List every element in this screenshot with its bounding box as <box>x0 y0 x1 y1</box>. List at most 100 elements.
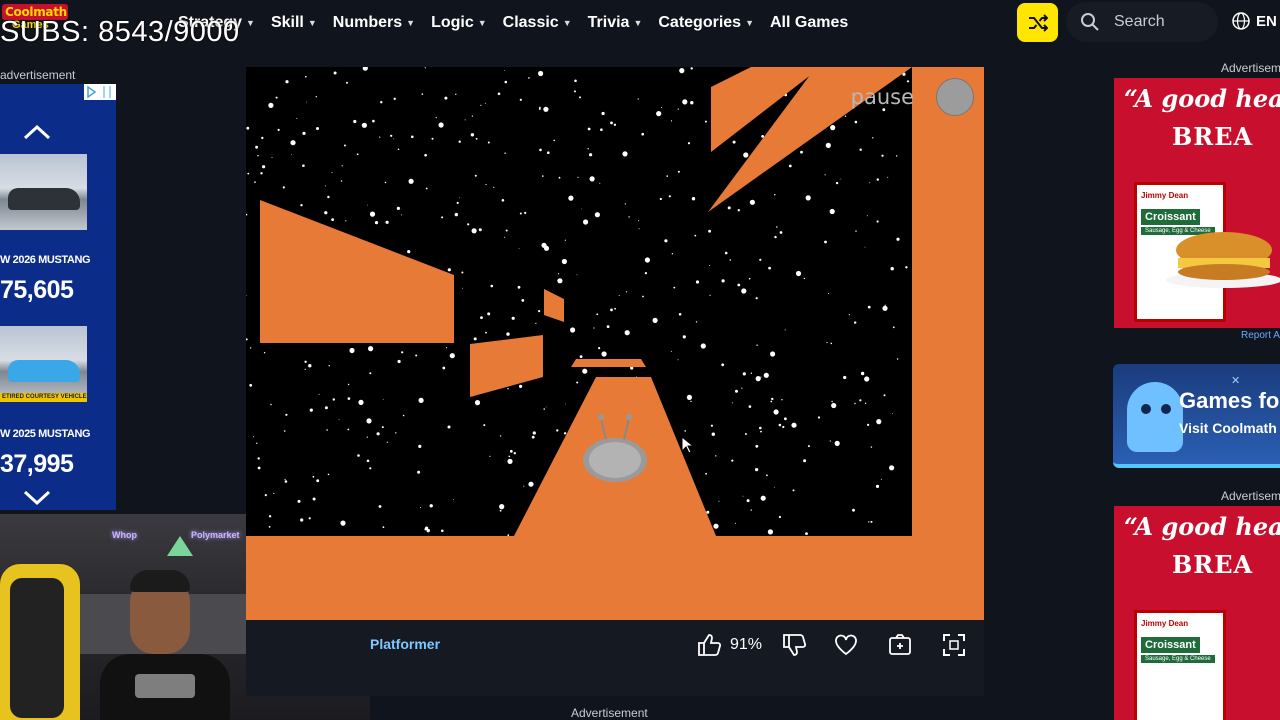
menu-item-logic[interactable]: Logic ▼ <box>431 12 487 34</box>
search-box[interactable]: Search <box>1066 2 1218 42</box>
star <box>755 468 759 472</box>
star <box>345 220 347 222</box>
star <box>349 347 355 354</box>
star <box>357 454 360 457</box>
menu-item-skill[interactable]: Skill ▼ <box>271 12 317 34</box>
star <box>784 417 787 421</box>
star <box>664 239 668 243</box>
star <box>257 457 260 460</box>
menu-item-all-games[interactable]: All Games <box>770 12 848 34</box>
star <box>524 211 527 214</box>
star <box>859 399 862 402</box>
screenshot-icon[interactable] <box>887 632 913 658</box>
star <box>543 245 550 251</box>
jimmy-dean-ad[interactable]: “A good hea BREA Jimmy Dean Croissant Sa… <box>1114 506 1280 720</box>
star <box>381 426 384 429</box>
star <box>577 176 579 178</box>
star <box>257 155 259 157</box>
star <box>684 430 686 432</box>
chevron-down-icon[interactable] <box>22 488 52 508</box>
menu-item-trivia[interactable]: Trivia ▼ <box>588 12 643 34</box>
random-game-button[interactable] <box>1017 3 1058 42</box>
star <box>284 480 288 483</box>
star <box>393 138 395 140</box>
star <box>905 266 908 269</box>
star <box>829 208 835 215</box>
star <box>670 350 672 352</box>
star <box>402 414 405 417</box>
thumbs-up-icon[interactable] <box>696 632 722 658</box>
star <box>671 253 674 255</box>
star <box>618 295 620 296</box>
subs-counter-overlay: SUBS: 8543/9000 <box>0 16 240 48</box>
star <box>471 228 477 234</box>
menu-item-categories[interactable]: Categories ▼ <box>658 12 754 34</box>
star <box>507 534 510 537</box>
mascot-eye <box>1161 404 1171 414</box>
star <box>791 422 797 428</box>
star <box>296 117 298 119</box>
coolmath-promo-ad[interactable]: ✕ Games fo Visit Coolmath <box>1113 364 1280 468</box>
pause-label[interactable]: pause <box>851 85 914 109</box>
ad-headline: BREA <box>1172 550 1254 579</box>
star <box>304 368 306 370</box>
close-icon[interactable]: ✕ <box>1231 374 1240 387</box>
star <box>519 98 522 101</box>
star <box>755 444 759 448</box>
star <box>397 359 401 364</box>
star <box>395 432 397 434</box>
star <box>385 220 389 224</box>
star <box>659 197 662 201</box>
game-canvas[interactable]: pause <box>246 67 984 620</box>
star <box>830 125 836 131</box>
heart-icon[interactable] <box>833 632 859 658</box>
star <box>504 152 506 154</box>
chevron-up-icon[interactable] <box>22 122 52 142</box>
language-selector[interactable]: EN <box>1232 12 1277 30</box>
star <box>382 526 385 529</box>
star <box>770 400 773 403</box>
star <box>852 508 855 512</box>
star <box>896 237 900 241</box>
star <box>563 432 567 435</box>
star <box>570 327 576 333</box>
pause-button[interactable] <box>936 78 974 116</box>
star <box>380 101 383 104</box>
game-category-link[interactable]: Platformer <box>370 636 440 652</box>
star <box>668 195 671 198</box>
jimmy-dean-ad[interactable]: “A good hea BREA Jimmy Dean Croissant Sa… <box>1114 78 1280 328</box>
star <box>875 484 880 488</box>
star <box>890 267 894 271</box>
car-price: 37,995 <box>0 450 74 478</box>
menu-item-numbers[interactable]: Numbers ▼ <box>333 12 415 34</box>
star <box>338 419 340 420</box>
star <box>735 389 738 393</box>
star <box>687 142 691 145</box>
star <box>656 111 662 117</box>
left-ad-banner[interactable]: W 2026 MUSTANG 75,605 ETIRED COURTESY VE… <box>0 84 116 510</box>
floor-bottom <box>246 536 984 620</box>
star <box>731 459 734 462</box>
star <box>255 145 258 149</box>
star <box>860 371 865 376</box>
star <box>557 278 563 284</box>
star <box>501 199 505 202</box>
fullscreen-icon[interactable] <box>941 632 967 658</box>
star <box>480 316 483 319</box>
star <box>369 372 372 375</box>
star <box>435 116 437 119</box>
promo-subtitle: Visit Coolmath <box>1179 420 1277 436</box>
star <box>401 214 403 216</box>
adchoices-icon[interactable] <box>84 84 116 100</box>
star <box>291 154 292 155</box>
star <box>596 313 599 316</box>
thumbs-down-icon[interactable] <box>781 632 807 658</box>
report-ad-link[interactable]: Report A <box>1241 330 1280 341</box>
star <box>694 234 697 237</box>
star <box>331 172 333 174</box>
star <box>318 393 320 395</box>
star <box>715 455 717 457</box>
menu-item-classic[interactable]: Classic ▼ <box>503 12 572 34</box>
star <box>666 175 668 177</box>
star <box>561 258 567 265</box>
